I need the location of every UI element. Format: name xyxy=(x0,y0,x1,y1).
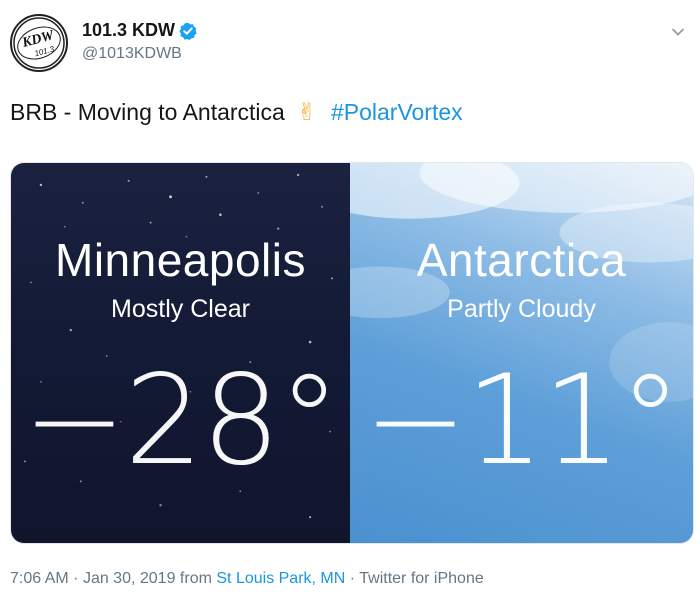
tweet-metadata: 7:06 AM · Jan 30, 2019 from St Louis Par… xyxy=(10,570,484,588)
tweet-text: BRB - Moving to Antarctica ✌ #PolarVorte… xyxy=(10,98,463,127)
tweet-body: BRB - Moving to Antarctica xyxy=(10,99,285,125)
right-city-name: Antarctica xyxy=(416,234,627,286)
separator-dot: · xyxy=(73,570,79,587)
tweet-header: KDW 101.3 101.3 KDW @1013KDWB xyxy=(10,14,690,78)
display-name-link[interactable]: 101.3 KDW xyxy=(82,20,197,41)
tweet-location-link[interactable]: St Louis Park, MN xyxy=(216,570,345,587)
tweet-date[interactable]: Jan 30, 2019 xyxy=(83,570,176,587)
account-names: 101.3 KDW @1013KDWB xyxy=(82,20,197,63)
verified-badge-icon xyxy=(179,22,197,40)
minneapolis-weather-panel: Minneapolis Mostly Clear −28° xyxy=(11,163,350,543)
left-temperature: −28° xyxy=(22,349,341,493)
avatar[interactable]: KDW 101.3 xyxy=(10,14,68,72)
hashtag-link[interactable]: #PolarVortex xyxy=(331,99,463,126)
antarctica-weather-panel: Antarctica Partly Cloudy −11° xyxy=(350,163,693,543)
separator-dot-2: · xyxy=(349,570,356,587)
display-name[interactable]: 101.3 KDW xyxy=(82,20,175,41)
chevron-down-icon[interactable] xyxy=(670,24,686,40)
left-city-name: Minneapolis xyxy=(55,234,306,286)
tweet-media-image[interactable]: Minneapolis Mostly Clear −28° Antarctica… xyxy=(10,162,694,544)
right-condition: Partly Cloudy xyxy=(447,295,596,323)
account-handle[interactable]: @1013KDWB xyxy=(82,45,197,63)
left-condition: Mostly Clear xyxy=(111,295,250,323)
tweet-time[interactable]: 7:06 AM xyxy=(10,570,69,587)
tweet-client: Twitter for iPhone xyxy=(359,570,484,587)
victory-hand-emoji-icon: ✌ xyxy=(296,99,317,126)
right-temperature: −11° xyxy=(363,349,682,493)
from-word: from xyxy=(179,570,212,587)
